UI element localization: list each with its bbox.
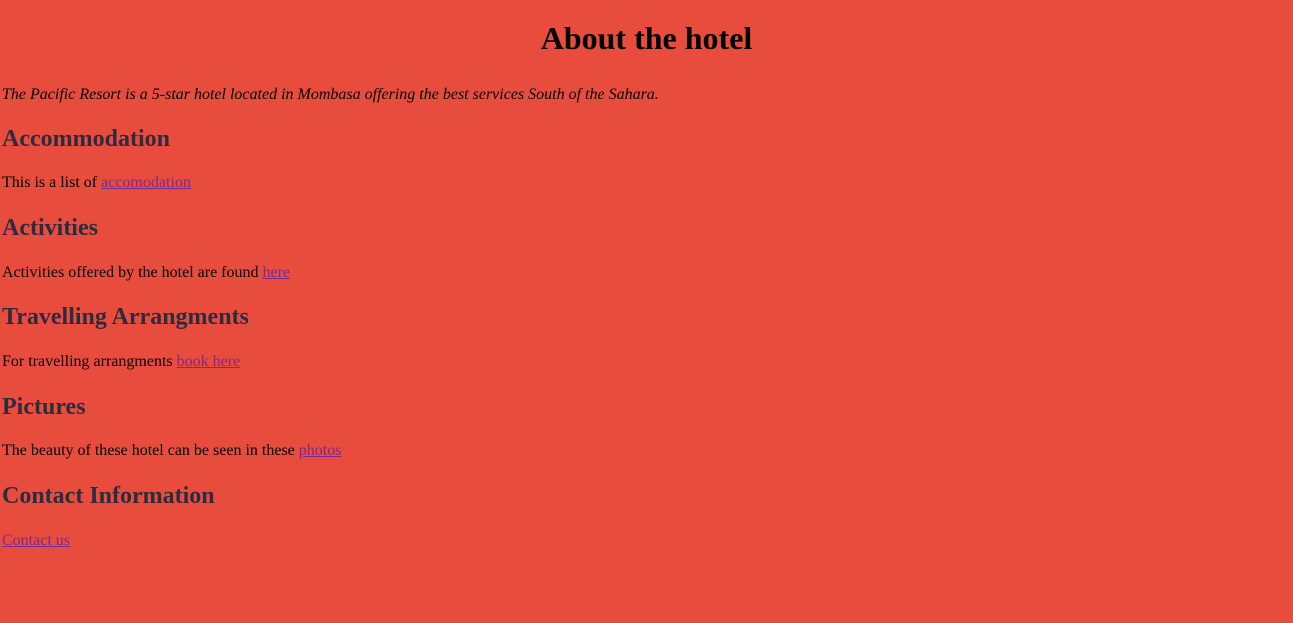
travelling-heading: Travelling Arrangments: [2, 304, 249, 330]
pictures-heading: Pictures: [2, 394, 86, 420]
activities-link[interactable]: here: [263, 264, 291, 281]
travelling-text-label: For travelling arrangments: [2, 353, 177, 370]
contact-heading: Contact Information: [2, 483, 215, 509]
pictures-text-label: The beauty of these hotel can be seen in…: [2, 442, 299, 459]
pictures-text: The beauty of these hotel can be seen in…: [2, 441, 1291, 461]
accommodation-text-label: This is a list of: [2, 174, 102, 191]
activities-heading: Activities: [2, 215, 98, 241]
book-here-link[interactable]: book here: [177, 353, 241, 370]
accommodation-heading: Accommodation: [2, 126, 170, 152]
photos-link[interactable]: photos: [299, 442, 342, 459]
intro-text: The Pacific Resort is a 5-star hotel loc…: [2, 86, 659, 103]
page-title: About the hotel: [540, 20, 753, 56]
accommodation-link[interactable]: accomodation: [101, 174, 191, 191]
travelling-text: For travelling arrangments book here: [2, 352, 1291, 372]
contact-us-link[interactable]: Contact us: [2, 532, 70, 549]
contact-text: Contact us: [2, 531, 1291, 551]
activities-text-label: Activities offered by the hotel are foun…: [2, 264, 263, 281]
activities-text: Activities offered by the hotel are foun…: [2, 263, 1291, 283]
accommodation-text: This is a list of accomodation: [2, 173, 1291, 193]
